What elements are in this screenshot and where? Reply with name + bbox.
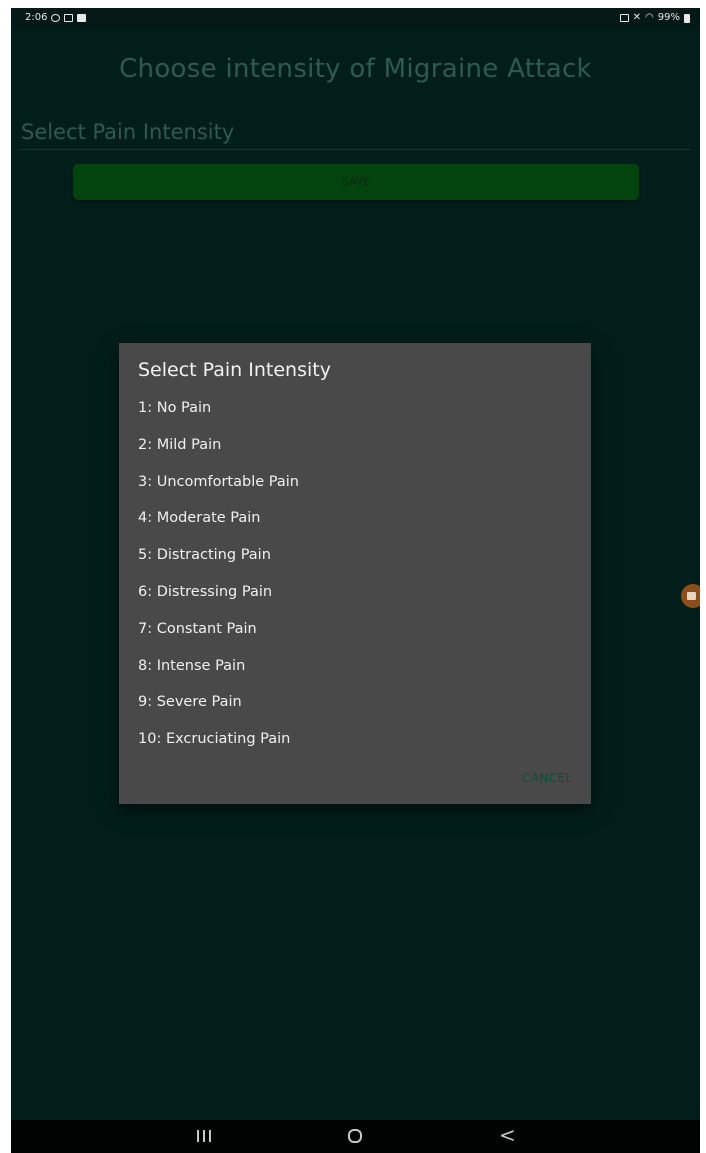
option-9-severe-pain[interactable]: 9: Severe Pain: [119, 684, 591, 721]
dialog-title: Select Pain Intensity: [138, 359, 331, 381]
pain-intensity-dialog: Select Pain Intensity 1: No Pain 2: Mild…: [119, 343, 591, 804]
alarm-icon: [619, 14, 629, 22]
page-title: Choose intensity of Migraine Attack: [119, 54, 592, 84]
device-screen: 2:06 ✕ ◠ 99% Choose intensity of Migrain…: [11, 8, 700, 1153]
status-time: 2:06: [25, 12, 48, 23]
option-4-moderate-pain[interactable]: 4: Moderate Pain: [119, 500, 591, 537]
status-right: ✕ ◠ 99%: [619, 8, 690, 28]
floating-recorder-icon[interactable]: [681, 584, 700, 608]
option-8-intense-pain[interactable]: 8: Intense Pain: [119, 648, 591, 685]
option-2-mild-pain[interactable]: 2: Mild Pain: [119, 427, 591, 464]
notification-icon: [51, 14, 61, 22]
option-list: 1: No Pain 2: Mild Pain 3: Uncomfortable…: [119, 390, 591, 758]
save-button[interactable]: SAVE: [73, 164, 639, 200]
status-left: 2:06: [25, 8, 87, 28]
recents-icon[interactable]: [197, 1130, 211, 1142]
video-icon: [77, 14, 87, 22]
cancel-button[interactable]: CANCEL: [522, 771, 573, 785]
gallery-icon: [64, 14, 74, 22]
mute-icon: ✕: [632, 12, 642, 23]
option-6-distressing-pain[interactable]: 6: Distressing Pain: [119, 574, 591, 611]
home-icon[interactable]: [348, 1129, 362, 1143]
pain-intensity-field[interactable]: Select Pain Intensity: [21, 120, 234, 144]
option-1-no-pain[interactable]: 1: No Pain: [119, 390, 591, 427]
option-3-uncomfortable-pain[interactable]: 3: Uncomfortable Pain: [119, 464, 591, 501]
option-7-constant-pain[interactable]: 7: Constant Pain: [119, 611, 591, 648]
battery-icon: [684, 13, 690, 23]
status-bar: 2:06 ✕ ◠ 99%: [11, 8, 700, 28]
wifi-icon: ◠: [645, 12, 654, 23]
battery-level: 99%: [657, 12, 680, 23]
option-10-excruciating-pain[interactable]: 10: Excruciating Pain: [119, 721, 591, 758]
field-underline: [19, 149, 691, 150]
back-icon[interactable]: <: [499, 1123, 516, 1147]
option-5-distracting-pain[interactable]: 5: Distracting Pain: [119, 537, 591, 574]
navigation-bar: <: [11, 1120, 700, 1153]
